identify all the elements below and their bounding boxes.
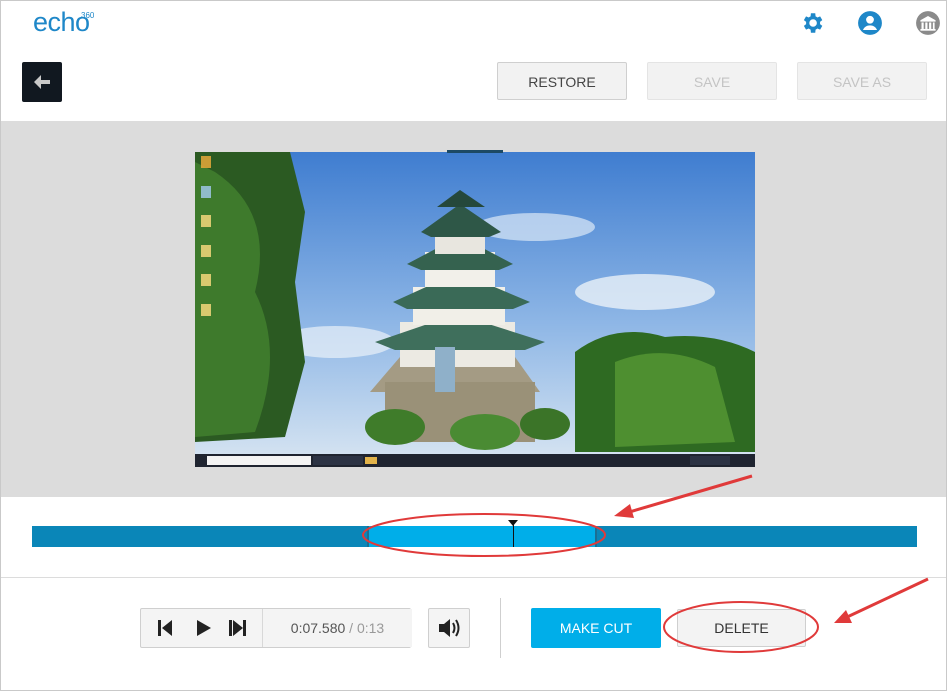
arrow-left-icon <box>34 75 50 89</box>
logo-superscript: 360 <box>81 11 95 20</box>
make-cut-button[interactable]: MAKE CUT <box>531 608 661 648</box>
play-button[interactable] <box>184 609 222 647</box>
volume-icon <box>439 619 460 637</box>
restore-button[interactable]: RESTORE <box>497 62 627 100</box>
duration: 0:13 <box>356 620 385 636</box>
playhead-line[interactable] <box>513 525 514 547</box>
user-account-icon[interactable] <box>857 10 883 36</box>
back-button[interactable] <box>22 62 62 102</box>
time-display: 0:07.580 / 0:13 <box>262 609 412 647</box>
desktop-screenshot-image <box>195 152 755 467</box>
time-separator: / <box>349 620 354 636</box>
video-stage <box>1 121 946 497</box>
save-button[interactable]: SAVE <box>647 62 777 100</box>
video-top-indicator <box>447 150 503 153</box>
gear-icon[interactable] <box>799 10 825 36</box>
timeline-selection[interactable] <box>367 526 596 547</box>
delete-button[interactable]: DELETE <box>677 609 806 647</box>
divider <box>1 577 946 578</box>
selection-start-handle[interactable] <box>367 526 369 547</box>
video-preview[interactable] <box>195 152 755 467</box>
step-forward-button[interactable] <box>221 609 259 647</box>
selection-end-handle[interactable] <box>595 526 597 547</box>
step-back-button[interactable] <box>145 609 183 647</box>
editor-window: echo 360 RESTORE SAVE SAVE AS 0:07.580 /… <box>0 0 947 691</box>
vertical-divider <box>500 598 501 658</box>
save-as-button[interactable]: SAVE AS <box>797 62 927 100</box>
building-icon[interactable] <box>914 10 942 36</box>
step-back-icon <box>158 620 172 636</box>
play-icon <box>197 620 211 636</box>
volume-button[interactable] <box>428 608 470 648</box>
step-forward-icon <box>229 620 246 636</box>
playback-controls: 0:07.580 / 0:13 <box>140 608 412 648</box>
current-time: 0:07.580 <box>290 620 346 636</box>
